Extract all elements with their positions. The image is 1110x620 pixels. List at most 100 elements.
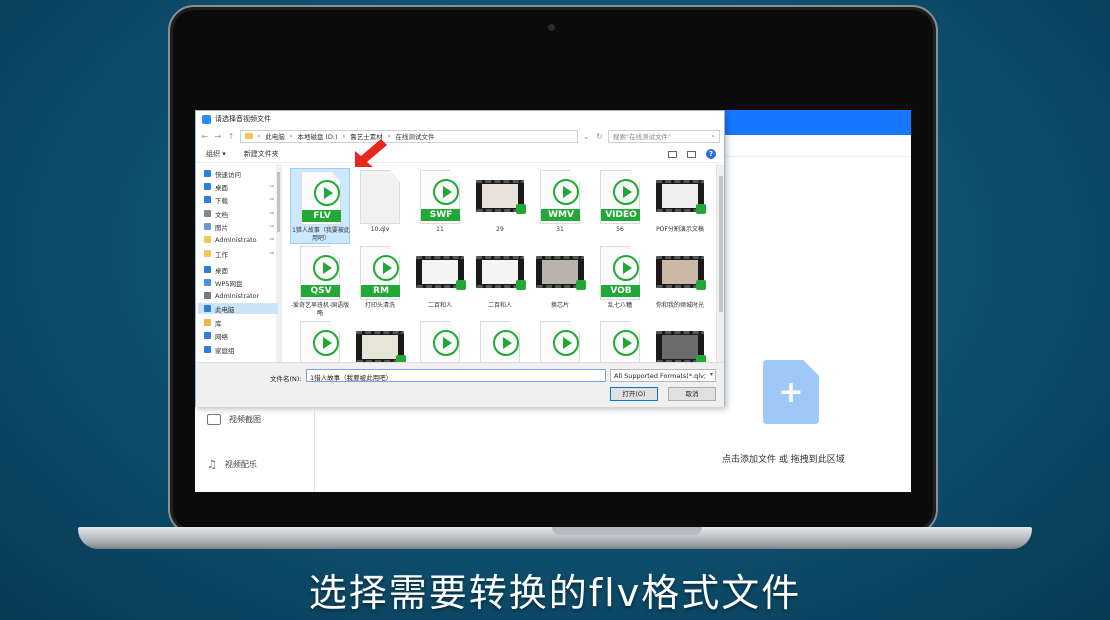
file-name: 换芯片 <box>550 302 569 309</box>
nav-item[interactable]: 此电脑 <box>198 303 278 314</box>
nav-item-label: 快速访问 <box>215 170 241 179</box>
file-item[interactable] <box>470 319 530 362</box>
file-item[interactable]: FLV 1猎人故事（我要被此用吧） <box>290 168 350 244</box>
nav-item[interactable]: 家庭组 <box>204 344 276 355</box>
file-item[interactable]: VOB 乱七八糟 <box>590 244 650 320</box>
nav-item[interactable]: Administrato ⊸ <box>204 234 276 245</box>
folder-icon <box>204 250 211 257</box>
sidebar-item-music[interactable]: ♫ 视频配乐 <box>207 458 257 471</box>
file-item[interactable]: PDF分割演示文稿 <box>650 168 710 244</box>
file-item[interactable] <box>290 319 350 362</box>
file-item[interactable]: 换芯片 <box>530 244 590 320</box>
nav-item[interactable]: 下载 ⊸ <box>204 194 276 205</box>
file-item[interactable] <box>530 319 590 362</box>
add-file-button[interactable]: + <box>763 360 819 424</box>
file-name: -爱奇艺早班机-国语版略 <box>290 302 350 317</box>
refresh-icon[interactable]: ↻ <box>595 132 604 141</box>
format-badge: VIDEO <box>601 209 640 221</box>
sidebar-item-label: 视频截图 <box>229 415 261 424</box>
sidebar-item-label: 视频配乐 <box>224 460 257 469</box>
breadcrumb-item[interactable]: 此电脑 <box>265 131 285 141</box>
search-placeholder: 搜索"在线测试文件" <box>613 133 671 141</box>
video-thumbnail <box>476 256 526 290</box>
open-button[interactable]: 打开(O) <box>610 387 658 401</box>
play-icon <box>313 255 339 281</box>
camera-icon <box>548 24 555 31</box>
file-item[interactable]: 10.qlv <box>350 168 410 244</box>
file-item[interactable] <box>650 319 710 362</box>
file-item[interactable]: 29 <box>470 168 530 244</box>
file-item[interactable]: 你和我的倾城时光 <box>650 244 710 320</box>
file-item[interactable]: 二百和人 <box>470 244 530 320</box>
screen: 视频截图 ♫ 视频配乐 + 点击添加文件 或 拖拽到此区域 请选择音视频文件 ←… <box>195 110 911 492</box>
new-folder-button[interactable]: 新建文件夹 <box>244 149 279 159</box>
video-thumbnail <box>356 331 406 362</box>
search-input[interactable]: 搜索"在线测试文件" ⌕ <box>608 129 721 143</box>
app-badge-icon <box>696 204 706 214</box>
format-badge: RM <box>361 285 400 297</box>
filename-label: 文件名(N): <box>270 375 302 383</box>
nav-item[interactable]: 快速访问 <box>204 168 276 179</box>
cancel-button[interactable]: 取消 <box>668 387 716 401</box>
nav-item-label: 下载 <box>215 196 228 205</box>
format-select[interactable]: All Supported Formats(*.qlv; ▾ <box>610 369 716 382</box>
file-item[interactable]: VIDEO 56 <box>590 168 650 244</box>
nav-scrollbar[interactable] <box>276 164 281 362</box>
file-icon: VOB <box>600 246 640 300</box>
file-item[interactable]: RM 打印头清洗 <box>350 244 410 320</box>
file-item[interactable]: SWF 11 <box>410 168 470 244</box>
nav-item[interactable]: 网络 <box>204 330 276 341</box>
organize-button[interactable]: 组织 ▾ <box>206 149 226 159</box>
nav-item-label: Administrato <box>215 235 257 244</box>
app-badge-icon <box>396 355 406 362</box>
up-icon[interactable]: ↑ <box>226 132 235 141</box>
nav-item[interactable]: 桌面 ⊸ <box>204 181 276 192</box>
network-icon <box>204 332 211 339</box>
file-item[interactable]: 二百和人 <box>410 244 470 320</box>
nav-item-label: 桌面 <box>215 183 228 192</box>
nav-item[interactable]: 工作 ⊸ <box>204 248 276 259</box>
file-name: 31 <box>556 226 564 233</box>
help-icon[interactable]: ? <box>706 149 716 159</box>
address-row: ← → ↑ › 此电脑 › 本地磁盘 (D:) › 鲁艺士素材 › 在线测试文件… <box>196 127 724 145</box>
sidebar-item-screenshot[interactable]: 视频截图 <box>207 414 261 425</box>
play-icon <box>313 330 339 356</box>
plus-icon: + <box>778 374 804 410</box>
app-icon <box>202 114 211 124</box>
chevron-down-icon: ▾ <box>709 371 713 378</box>
filename-field[interactable]: 1猎人故事（我要被此用吧） <box>306 369 606 382</box>
file-item[interactable]: WMV 31 <box>530 168 590 244</box>
breadcrumb-item[interactable]: 本地磁盘 (D:) <box>297 131 337 141</box>
pin-icon: ⊸ <box>268 196 274 203</box>
nav-item[interactable]: 图片 ⊸ <box>204 221 276 232</box>
file-item[interactable] <box>590 319 650 362</box>
nav-item[interactable]: 文档 ⊸ <box>204 208 276 219</box>
open-file-dialog: 请选择音视频文件 ← → ↑ › 此电脑 › 本地磁盘 (D:) › 鲁艺士素材… <box>195 110 725 407</box>
download-icon <box>204 196 211 203</box>
format-badge: VOB <box>601 285 640 297</box>
nav-item[interactable]: Administrator <box>204 290 276 301</box>
nav-item[interactable]: WPS网盘 <box>204 277 276 288</box>
nav-item-label: 此电脑 <box>215 305 235 314</box>
view-options-icon[interactable] <box>668 150 677 158</box>
file-item[interactable]: QSV -爱奇艺早班机-国语版略 <box>290 244 350 320</box>
file-list-scrollbar[interactable] <box>716 164 724 362</box>
chevron-down-icon[interactable]: ⌄ <box>582 132 591 141</box>
pictures-icon <box>204 223 211 230</box>
preview-pane-icon[interactable] <box>687 150 696 158</box>
nav-item-label: 桌面 <box>215 266 228 275</box>
breadcrumb-item[interactable]: 在线测试文件 <box>395 131 434 141</box>
video-thumbnail <box>656 331 706 362</box>
nav-item[interactable]: 库 <box>204 317 276 328</box>
app-badge-icon <box>456 280 466 290</box>
file-item[interactable] <box>410 319 470 362</box>
back-icon[interactable]: ← <box>200 132 209 141</box>
format-badge: QSV <box>301 285 340 297</box>
play-icon <box>553 179 579 205</box>
file-icon <box>300 321 340 362</box>
file-item[interactable] <box>350 319 410 362</box>
star-icon <box>204 170 211 177</box>
address-bar[interactable]: › 此电脑 › 本地磁盘 (D:) › 鲁艺士素材 › 在线测试文件 <box>239 129 578 143</box>
forward-icon[interactable]: → <box>213 132 222 141</box>
nav-item[interactable]: 桌面 <box>204 264 276 275</box>
